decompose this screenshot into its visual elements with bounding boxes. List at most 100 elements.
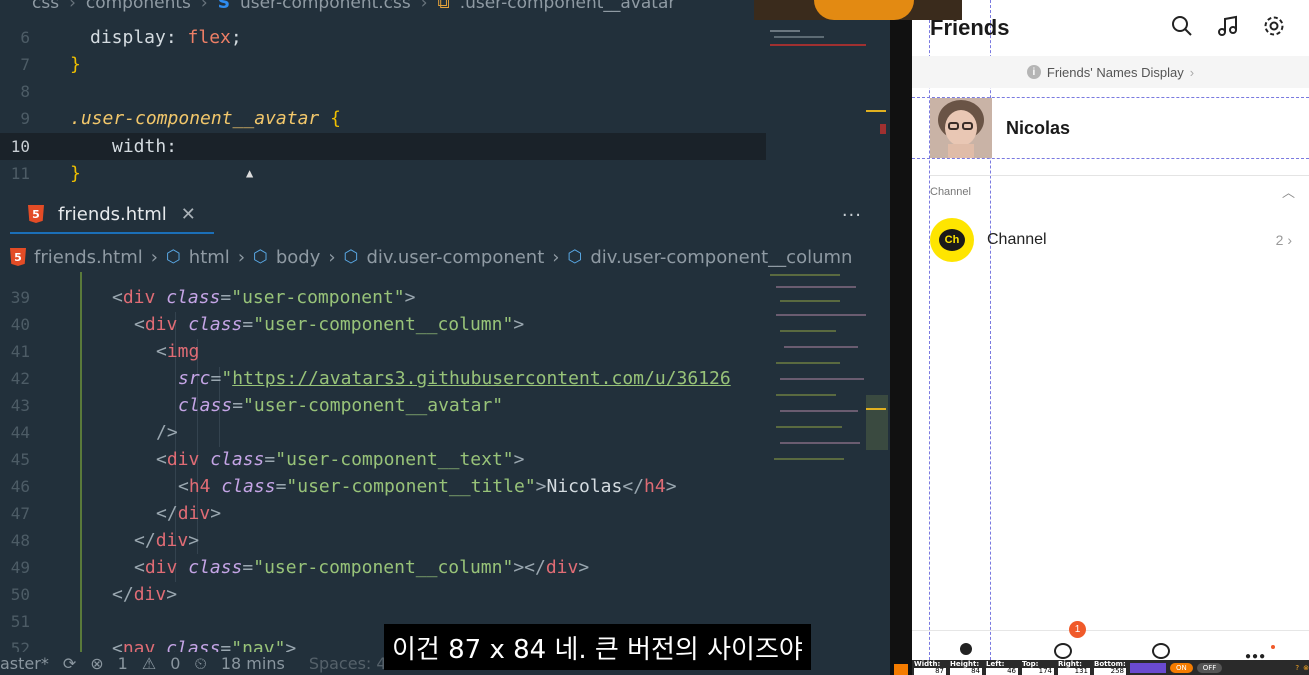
breadcrumb-components[interactable]: components: [86, 0, 191, 13]
error-icon[interactable]: ⊗: [90, 654, 103, 673]
breadcrumb-file[interactable]: user-component.css: [240, 0, 411, 13]
selector-icon: ⧉: [437, 0, 450, 13]
sync-icon[interactable]: ⟳: [63, 654, 76, 673]
session-time: 18 mins: [220, 654, 285, 673]
code-line[interactable]: 45 <div class="user-component__text">: [0, 446, 766, 473]
line-number: 7: [20, 55, 30, 74]
chevron-right-icon: ›: [1189, 64, 1195, 80]
code-line[interactable]: 7 }: [0, 51, 766, 78]
chat-badge: 1: [1069, 621, 1086, 638]
toggle-off[interactable]: OFF: [1196, 662, 1223, 673]
close-icon[interactable]: ⊗: [1303, 664, 1309, 672]
line-number: 44: [10, 423, 30, 442]
friends-tab-icon[interactable]: [960, 643, 972, 655]
css-selector: .user-component__avatar {: [70, 108, 341, 129]
line-number: 11: [10, 164, 30, 183]
right-field: Right: 131: [1058, 660, 1090, 675]
chevron-right-icon: ›: [420, 0, 428, 13]
user-component[interactable]: Nicolas: [930, 98, 1309, 158]
warning-icon[interactable]: ⚠: [142, 654, 156, 673]
code-line[interactable]: 11 }: [0, 160, 766, 187]
css-declaration: display: flex;: [90, 27, 242, 48]
chat-tab-icon[interactable]: [1054, 643, 1072, 659]
chevron-right-icon: ›: [200, 0, 208, 13]
code-line[interactable]: 42 src="https://avatars3.githubuserconte…: [0, 365, 766, 392]
help-icon[interactable]: ?: [1295, 664, 1299, 672]
breadcrumb-selector[interactable]: .user-component__avatar: [460, 0, 676, 13]
tab-friends-html[interactable]: 5 friends.html ✕: [10, 196, 214, 234]
html-code: <div class="user-component">: [112, 287, 416, 308]
bottom-field: Bottom: 258: [1094, 660, 1126, 675]
video-subtitle: 이건 87 x 84 네. 큰 버전의 사이즈야: [384, 624, 811, 670]
channel-name: Channel: [987, 231, 1047, 248]
devtools-toggle-icon[interactable]: [894, 664, 908, 675]
notification-dot: [1271, 645, 1275, 649]
minimap-line: [780, 378, 864, 380]
css-editor-pane[interactable]: css › components › S user-component.css …: [0, 0, 890, 188]
search-icon[interactable]: [1170, 14, 1194, 43]
code-editor[interactable]: css › components › S user-component.css …: [0, 0, 890, 675]
breadcrumb-css[interactable]: css: [32, 0, 59, 13]
code-line[interactable]: 43 class="user-component__avatar": [0, 392, 766, 419]
scrollbar-thumb[interactable]: [866, 395, 888, 450]
html-code: <img: [156, 341, 200, 362]
line-number: 51: [10, 612, 30, 631]
code-line[interactable]: 8: [0, 78, 766, 105]
minimap-line: [780, 300, 840, 302]
search-tab-icon[interactable]: [1152, 643, 1170, 659]
chevron-right-icon: ›: [150, 246, 158, 268]
top-field: Top: 174: [1022, 660, 1054, 675]
bottom-nav: 1 ●●●: [912, 621, 1309, 662]
code-line[interactable]: 44 />: [0, 419, 766, 446]
css-file-icon: S: [217, 0, 230, 13]
code-line[interactable]: 41 <img: [0, 338, 766, 365]
left-field: Left: 46: [986, 660, 1018, 675]
settings-icon[interactable]: [1262, 14, 1286, 43]
channel-row[interactable]: Ch Channel 2 ›: [930, 218, 1292, 262]
breadcrumb-body[interactable]: body: [276, 247, 321, 268]
line-number: 41: [10, 342, 30, 361]
chevron-right-icon: ›: [552, 246, 560, 268]
minimap-line: [776, 362, 840, 364]
code-line[interactable]: 47 </div>: [0, 500, 766, 527]
channel-logo-icon: Ch: [930, 218, 974, 262]
channel-count: 2 ›: [1275, 232, 1292, 248]
code-line[interactable]: 40 <div class="user-component__column">: [0, 311, 766, 338]
line-number: 49: [10, 558, 30, 577]
problem-count: 1: [117, 654, 128, 673]
guide-line: [912, 158, 1309, 159]
color-swatch[interactable]: [1130, 662, 1166, 673]
names-display-banner[interactable]: i Friends' Names Display ›: [912, 56, 1309, 88]
code-line[interactable]: 46 <h4 class="user-component__title">Nic…: [0, 473, 766, 500]
breadcrumb-file[interactable]: friends.html: [34, 247, 143, 268]
minimap[interactable]: [770, 30, 868, 530]
html5-icon: 5: [10, 248, 26, 266]
html-code: />: [156, 422, 178, 443]
html-code: <div class="user-component__text">: [156, 449, 525, 470]
minimap-line: [780, 410, 858, 412]
music-icon[interactable]: [1216, 14, 1240, 43]
code-line[interactable]: 48 </div>: [0, 527, 766, 554]
code-line[interactable]: 39 <div class="user-component">: [0, 284, 766, 311]
close-icon[interactable]: ✕: [181, 204, 196, 225]
code-line[interactable]: 9 .user-component__avatar {: [0, 105, 766, 132]
line-number: 10: [10, 137, 30, 156]
chevron-right-icon: ›: [237, 246, 246, 268]
warning-count: 0: [170, 654, 181, 673]
code-line[interactable]: 50 </div>: [0, 581, 766, 608]
code-line[interactable]: 49 <div class="user-component__column"><…: [0, 554, 766, 581]
line-number: 47: [10, 504, 30, 523]
breadcrumb-user-component[interactable]: div.user-component: [366, 247, 544, 268]
breadcrumb-html[interactable]: html: [189, 247, 230, 268]
line-number: 6: [20, 28, 30, 47]
git-branch[interactable]: aster*: [0, 654, 49, 673]
element-icon: ⬡: [343, 247, 359, 267]
code-line[interactable]: 6 display: flex;: [0, 24, 766, 51]
toggle-on[interactable]: ON: [1170, 662, 1193, 673]
line-number: 9: [20, 109, 30, 128]
html-editor-pane[interactable]: 39 <div class="user-component"> 40 <div …: [0, 272, 766, 652]
code-line-active[interactable]: 10 width:: [0, 133, 766, 160]
html-code: class="user-component__avatar": [178, 395, 504, 416]
chevron-up-icon[interactable]: ︿: [1282, 182, 1295, 201]
width-field: Width: 87: [914, 660, 946, 675]
